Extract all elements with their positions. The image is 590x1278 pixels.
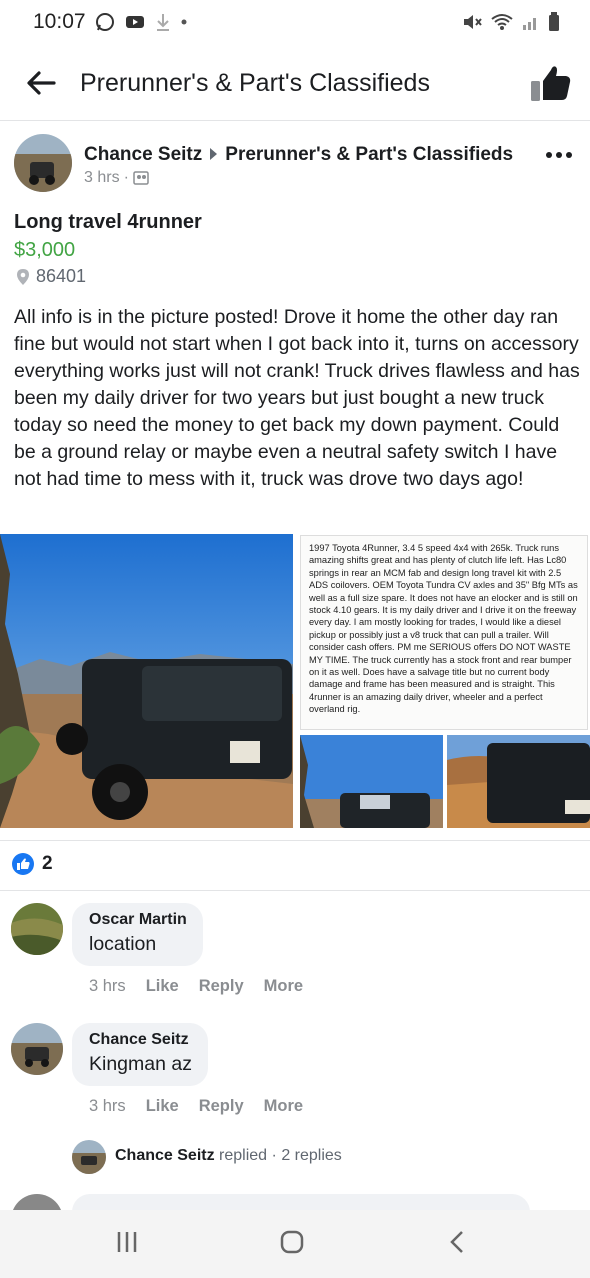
mute-icon — [464, 15, 482, 29]
caret-right-icon — [210, 147, 218, 160]
post-body: All info is in the picture posted! Drove… — [14, 306, 580, 490]
status-bar: 10:07 — [0, 0, 590, 44]
home-icon[interactable] — [280, 1230, 304, 1254]
meta-dot: · — [123, 169, 129, 186]
post-time[interactable]: 3 hrs — [84, 169, 120, 187]
comment-text: Kingman az — [89, 1053, 192, 1075]
thumbs-up-icon[interactable] — [530, 64, 572, 102]
more-options-icon[interactable] — [546, 152, 572, 158]
group-audience-icon — [133, 171, 149, 185]
comment-reply-button[interactable]: Reply — [199, 1097, 244, 1116]
system-nav-bar — [0, 1210, 590, 1278]
comment-like-button[interactable]: Like — [146, 1097, 179, 1116]
author-avatar[interactable] — [14, 134, 72, 192]
reply-avatar — [72, 1140, 106, 1174]
comment-bubble[interactable]: Oscar Martin location — [72, 903, 203, 966]
dot-icon — [181, 19, 187, 25]
photo-text-info[interactable]: 1997 Toyota 4Runner, 3.4 5 speed 4x4 wit… — [300, 535, 588, 730]
comment-time: 3 hrs — [89, 977, 126, 995]
comment-text: location — [89, 933, 157, 955]
like-reaction-icon — [12, 853, 34, 875]
app-bar: Prerunner's & Part's Classifieds — [0, 44, 590, 121]
post-author-line: Chance Seitz Prerunner's & Part's Classif… — [84, 144, 513, 166]
back-arrow-icon[interactable] — [26, 70, 56, 96]
view-replies-link[interactable]: Chance Seitz replied · 2 replies — [115, 1147, 342, 1165]
photo-main[interactable] — [0, 534, 293, 828]
author-name[interactable]: Chance Seitz — [84, 144, 202, 165]
group-name[interactable]: Prerunner's & Part's Classifieds — [225, 144, 513, 165]
photo-text-content: 1997 Toyota 4Runner, 3.4 5 speed 4x4 wit… — [309, 543, 578, 715]
reply-verb: replied — [219, 1147, 268, 1164]
comment-reply-button[interactable]: Reply — [199, 977, 244, 996]
commenter-avatar[interactable] — [11, 1023, 63, 1075]
download-icon — [157, 14, 169, 31]
comment-more-button[interactable]: More — [264, 977, 303, 996]
back-nav-icon[interactable] — [449, 1230, 465, 1254]
post-meta: 3 hrs · — [84, 169, 149, 187]
listing-price: $3,000 — [14, 239, 76, 261]
comment-bubble[interactable]: Chance Seitz Kingman az — [72, 1023, 208, 1086]
comment-like-button[interactable]: Like — [146, 977, 179, 996]
photo-thumb-2[interactable] — [447, 735, 590, 828]
reply-dot: · — [271, 1147, 277, 1164]
comment-more-button[interactable]: More — [264, 1097, 303, 1116]
reply-author: Chance Seitz — [115, 1147, 215, 1164]
signal-icon — [523, 18, 536, 30]
listing-location: 86401 — [16, 266, 86, 287]
recent-apps-icon[interactable] — [116, 1230, 138, 1254]
reply-count: 2 replies — [281, 1147, 342, 1164]
like-count: 2 — [42, 853, 53, 874]
location-zip: 86401 — [36, 266, 87, 286]
page-title: Prerunner's & Part's Classifieds — [80, 69, 430, 97]
comment-actions: 3 hrs Like Reply More — [89, 977, 303, 996]
reaction-summary[interactable]: 2 — [12, 853, 53, 875]
youtube-icon — [126, 16, 144, 28]
comment-time: 3 hrs — [89, 1097, 126, 1115]
wifi-icon — [491, 14, 513, 30]
comment-author[interactable]: Oscar Martin — [89, 911, 187, 929]
listing-title: Long travel 4runner — [14, 211, 202, 233]
photo-thumb-1[interactable] — [300, 735, 443, 828]
commenter-avatar[interactable] — [11, 903, 63, 955]
comment-author[interactable]: Chance Seitz — [89, 1031, 192, 1049]
location-pin-icon — [17, 268, 29, 285]
comment-actions: 3 hrs Like Reply More — [89, 1097, 303, 1116]
whatsapp-icon — [96, 13, 114, 31]
battery-icon — [549, 12, 559, 31]
status-time: 10:07 — [33, 10, 86, 33]
